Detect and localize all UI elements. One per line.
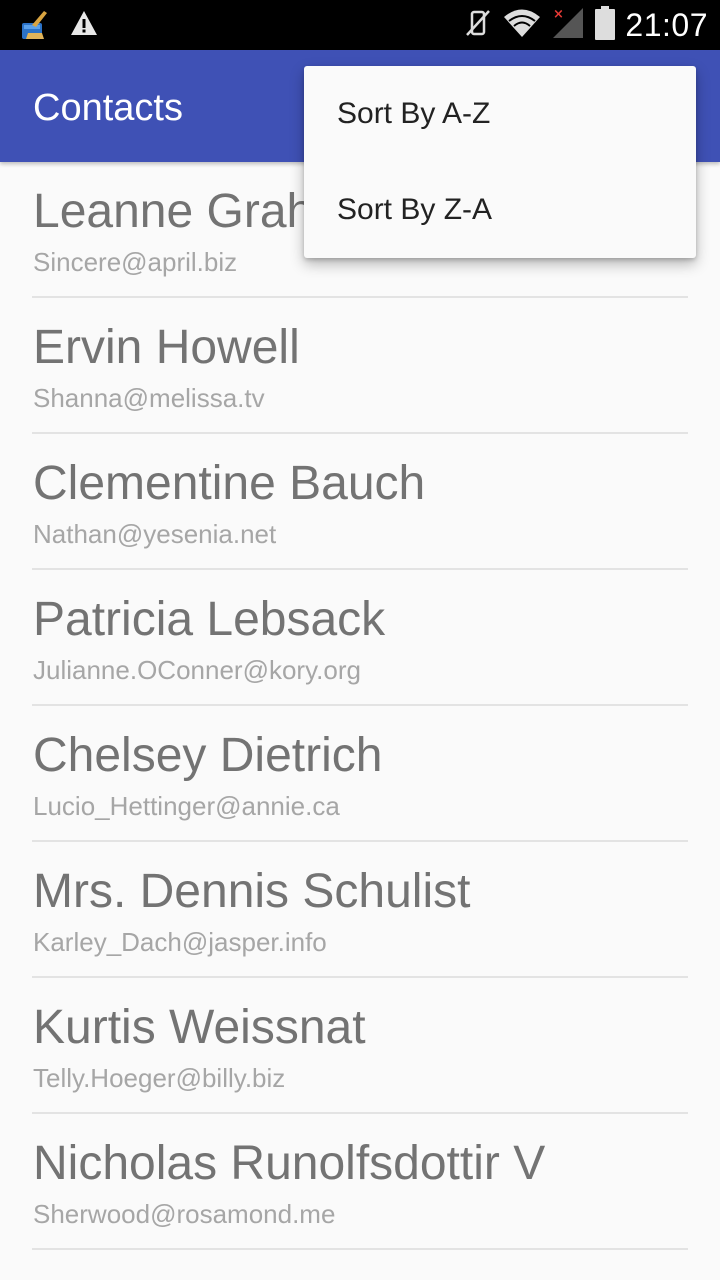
page-title: Contacts [33,87,183,129]
contact-name: Chelsey Dietrich [33,729,383,782]
contact-email: Shanna@melissa.tv [33,383,265,413]
wifi-icon [503,8,541,43]
cleaner-broom-icon [20,9,50,46]
contact-email: Nathan@yesenia.net [33,519,277,549]
contact-email: Julianne.OConner@kory.org [33,655,361,685]
contact-name: Patricia Lebsack [33,593,386,646]
cell-signal-no-service-icon: × [551,6,585,45]
status-bar: × 21:07 [0,0,720,50]
contact-email: Telly.Hoeger@billy.biz [33,1063,286,1093]
battery-icon [595,5,616,45]
contact-name: Ervin Howell [33,321,300,374]
contact-email: Lucio_Hettinger@annie.ca [33,791,340,821]
list-item[interactable]: Patricia Lebsack Julianne.OConner@kory.o… [32,570,688,706]
list-item[interactable]: Ervin Howell Shanna@melissa.tv [32,298,688,434]
warning-icon [70,9,98,42]
contact-email: Karley_Dach@jasper.info [33,927,327,957]
contact-name: Kurtis Weissnat [33,1001,366,1054]
contact-name: Mrs. Dennis Schulist [33,865,471,918]
list-item[interactable]: Chelsey Dietrich Lucio_Hettinger@annie.c… [32,706,688,842]
vibrate-mute-icon [463,7,493,44]
contact-name: Clementine Bauch [33,457,426,510]
list-item[interactable]: Mrs. Dennis Schulist Karley_Dach@jasper.… [32,842,688,978]
list-item[interactable]: Nicholas Runolfsdottir V Sherwood@rosamo… [32,1114,688,1250]
contact-name: Nicholas Runolfsdottir V [33,1137,546,1190]
list-item[interactable]: Kurtis Weissnat Telly.Hoeger@billy.biz [32,978,688,1114]
svg-text:×: × [553,7,564,22]
sort-popup-menu: Sort By A-Z Sort By Z-A [304,66,696,258]
contact-email: Sherwood@rosamond.me [33,1199,336,1229]
menu-item-sort-z-a[interactable]: Sort By Z-A [304,162,696,258]
contact-email: Sincere@april.biz [33,247,238,277]
list-item[interactable]: Clementine Bauch Nathan@yesenia.net [32,434,688,570]
menu-item-sort-a-z[interactable]: Sort By A-Z [304,66,696,162]
status-clock: 21:07 [625,6,708,43]
contact-list: Leanne Graham Sincere@april.biz Ervin Ho… [0,162,720,1250]
